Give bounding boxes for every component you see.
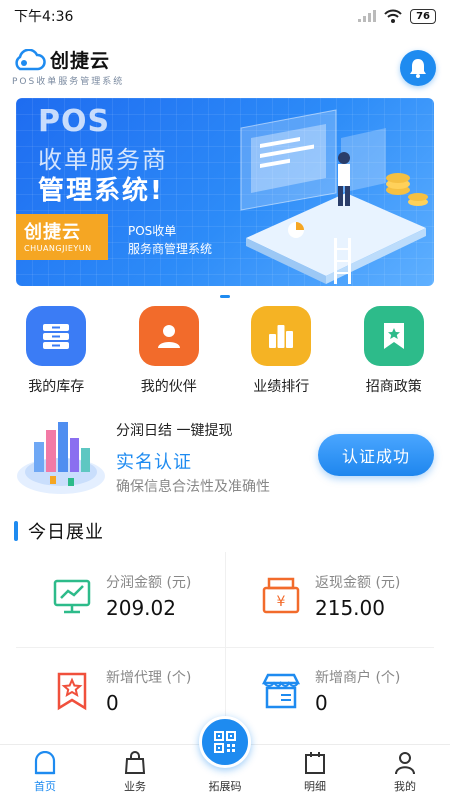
- app-name: 创捷云: [50, 50, 111, 72]
- verification-card: 分润日结 一键提现 实名认证 确保信息合法性及准确性 认证成功: [0, 412, 450, 502]
- cloud-logo-icon: [15, 48, 46, 70]
- stat-value: 0: [106, 691, 119, 715]
- app-header: 创捷云 POS收单服务管理系统: [0, 40, 450, 98]
- banner-tag-cn: 创捷云: [24, 222, 81, 243]
- quick-item-label: 业绩排行: [253, 379, 310, 395]
- quick-item-inventory[interactable]: 我的库存: [0, 306, 113, 396]
- signal-icon: [358, 10, 377, 22]
- cash-register-icon: ¥: [262, 577, 300, 614]
- stat-text: 返现金额 (元) 215.00: [315, 572, 400, 620]
- quick-item-label: 招商政策: [365, 379, 422, 395]
- banner-heading-2: 管理系统!: [38, 176, 164, 206]
- calendar-icon: [302, 750, 328, 776]
- stat-text: 新增代理 (个) 0: [106, 667, 191, 715]
- user-icon: [392, 750, 418, 776]
- promo-banner[interactable]: POS 收单服务商 管理系统! 创捷云 CHUANGJIEYUN POS收单 服…: [16, 98, 434, 286]
- star-ribbon-icon: [57, 672, 87, 711]
- quick-menu: 我的库存 我的伙伴 业绩排行 招商政策: [0, 306, 450, 396]
- status-bar: 下午4:36 76: [0, 0, 450, 32]
- section-title: 今日展业: [28, 522, 104, 543]
- verify-description: 确保信息合法性及准确性: [116, 479, 270, 495]
- verify-title: 实名认证: [116, 452, 192, 473]
- person-icon: [138, 306, 199, 366]
- stat-value: 0: [315, 691, 328, 715]
- stat-label: 新增代理 (个): [106, 670, 192, 686]
- inventory-icon: [26, 306, 87, 366]
- banner-pos-text: POS: [38, 104, 111, 139]
- stat-new-merchants[interactable]: 新增商户 (个) 0: [225, 647, 434, 742]
- battery-indicator: 76: [410, 8, 436, 24]
- nav-home[interactable]: 首页: [0, 745, 90, 800]
- stat-profit-share[interactable]: 分润金额 (元) 209.02: [16, 552, 225, 647]
- verify-success-button[interactable]: 认证成功: [318, 434, 434, 476]
- app-subtitle: POS收单服务管理系统: [12, 77, 125, 87]
- bar-chart-icon: [251, 306, 312, 366]
- qr-code-fab[interactable]: [199, 716, 251, 768]
- stat-cashback[interactable]: ¥ 返现金额 (元) 215.00: [225, 552, 434, 647]
- qr-code-icon: [214, 731, 236, 753]
- quick-item-label: 我的库存: [28, 379, 85, 395]
- nav-label: 我的: [394, 780, 416, 793]
- stat-new-agents[interactable]: 新增代理 (个) 0: [16, 647, 225, 742]
- stats-grid: 分润金额 (元) 209.02 ¥ 返现金额 (元) 215.00 新增代理 (…: [16, 552, 434, 742]
- quick-item-partners[interactable]: 我的伙伴: [113, 306, 226, 396]
- banner-desc-line-1: POS收单: [128, 224, 177, 238]
- shopping-bag-icon: [122, 750, 148, 776]
- banner-brand-tag: 创捷云 CHUANGJIEYUN: [16, 214, 108, 260]
- quick-item-ranking[interactable]: 业绩排行: [225, 306, 338, 396]
- stat-text: 分润金额 (元) 209.02: [106, 572, 191, 620]
- banner-description: POS收单 服务商管理系统: [128, 222, 212, 258]
- wifi-icon: [384, 9, 402, 23]
- quick-item-policy[interactable]: 招商政策: [338, 306, 450, 396]
- svg-text:¥: ¥: [277, 594, 286, 610]
- bookmark-star-icon: [363, 306, 424, 366]
- nav-business[interactable]: 业务: [90, 745, 180, 800]
- status-icons: 76: [358, 8, 436, 24]
- shop-icon: [261, 673, 301, 709]
- nav-details[interactable]: 明细: [270, 745, 360, 800]
- verify-feature-text: 分润日结 一键提现: [116, 423, 233, 439]
- trend-chart-icon: [53, 579, 91, 614]
- nav-label: 明细: [304, 780, 326, 793]
- banner-tag-en: CHUANGJIEYUN: [24, 244, 92, 253]
- banner-desc-line-2: 服务商管理系统: [128, 242, 213, 256]
- nav-label: 首页: [34, 780, 56, 793]
- stat-label: 返现金额 (元): [315, 575, 401, 591]
- notification-button[interactable]: [400, 50, 436, 86]
- nav-label: 拓展码: [208, 780, 242, 793]
- nav-profile[interactable]: 我的: [360, 745, 450, 800]
- stat-label: 新增商户 (个): [315, 670, 401, 686]
- stat-text: 新增商户 (个) 0: [315, 667, 400, 715]
- nav-label: 业务: [124, 780, 146, 793]
- quick-item-label: 我的伙伴: [140, 379, 197, 395]
- bell-icon: [410, 59, 426, 78]
- app-logo: 创捷云: [12, 46, 110, 73]
- status-time: 下午4:36: [14, 9, 74, 25]
- banner-illustration: [240, 109, 428, 284]
- banner-pager-dot[interactable]: [220, 295, 230, 298]
- section-header: 今日展业: [14, 518, 104, 544]
- home-icon: [32, 750, 58, 776]
- section-accent-bar: [14, 521, 18, 541]
- stat-value: 215.00: [315, 596, 385, 620]
- stat-value: 209.02: [106, 596, 176, 620]
- stat-label: 分润金额 (元): [106, 575, 192, 591]
- city-illustration: [17, 422, 105, 494]
